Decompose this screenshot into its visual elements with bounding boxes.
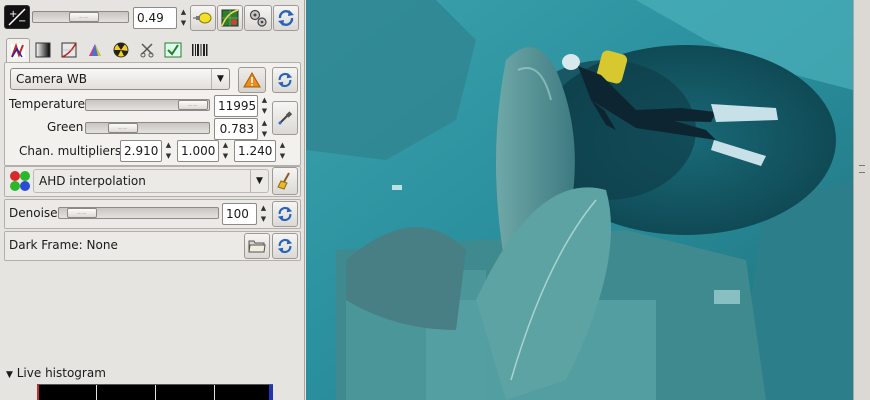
exposure-row: + − ‥‥ 0.49 ▲ ▼ (0, 2, 305, 32)
temperature-label: Temperature (9, 97, 86, 111)
image-preview[interactable] (306, 0, 853, 400)
multiplier-red-spinner[interactable]: ▲ ▼ (163, 140, 174, 162)
lens-radiation-icon (113, 42, 129, 58)
reset-refresh-icon (277, 72, 293, 88)
live-histogram-label: Live histogram (16, 366, 106, 380)
scissors-crop-icon (140, 43, 154, 58)
denoise-slider[interactable]: ‥‥ (58, 207, 219, 219)
green-spinner[interactable]: ▲ ▼ (259, 118, 270, 140)
tab-crop[interactable] (135, 38, 159, 62)
denoise-spinner[interactable]: ▲ ▼ (258, 203, 269, 225)
reset-refresh-icon[interactable] (273, 5, 299, 31)
white-balance-preset-select[interactable]: Camera WB ▼ (10, 68, 230, 90)
warning-triangle-icon (238, 67, 266, 93)
white-balance-preset-value: Camera WB (16, 72, 88, 86)
tab-lens[interactable] (109, 38, 133, 62)
live-histogram-expander[interactable]: ▼ Live histogram (0, 364, 305, 382)
tab-color[interactable] (83, 38, 107, 62)
chevron-down-icon: ▼ (211, 69, 229, 89)
color-picker-button[interactable] (272, 101, 298, 135)
multiplier-green-field[interactable]: 1.000 (177, 140, 219, 162)
channel-multipliers-label: Chan. multipliers: (19, 144, 126, 158)
folder-open-icon (248, 240, 266, 253)
temperature-field[interactable]: 11995 (214, 95, 258, 117)
triangle-down-icon: ▼ (6, 370, 13, 380)
tab-base-curve[interactable] (57, 38, 81, 62)
broom-icon (277, 172, 290, 190)
dark-frame-label: Dark Frame: None (9, 238, 118, 252)
auto-exposure-bulb-icon[interactable] (190, 5, 216, 31)
grayscale-icon (35, 42, 51, 58)
temperature-slider[interactable]: ‥‥ (85, 99, 210, 111)
settings-gears-icon[interactable] (244, 5, 272, 31)
color-prism-icon (89, 44, 101, 56)
scrollbar-grip[interactable] (859, 165, 865, 173)
underwater-photo (306, 0, 853, 400)
eyedropper-icon (278, 111, 293, 125)
green-label: Green (47, 120, 84, 134)
denoise-label: Denoise (9, 206, 58, 220)
reset-refresh-icon (277, 238, 293, 254)
save-checkbox-icon (164, 42, 182, 58)
raw-levels-icon (11, 42, 25, 58)
interpolation-select[interactable]: AHD interpolation ▼ (33, 169, 269, 193)
tab-save[interactable] (161, 38, 185, 62)
interpolation-value: AHD interpolation (39, 174, 146, 188)
exposure-value-field[interactable]: 0.49 (133, 7, 177, 29)
open-dark-frame-button[interactable] (244, 233, 270, 259)
exposure-spinner[interactable]: ▲ ▼ (178, 7, 189, 29)
exposure-plus-minus-icon: + − (4, 5, 30, 29)
exif-barcode-icon (192, 44, 208, 56)
multiplier-red-field[interactable]: 2.910 (120, 140, 162, 162)
dark-frame-reset-button[interactable] (272, 233, 298, 259)
live-histogram (37, 384, 273, 400)
base-curve-icon (61, 42, 77, 58)
clean-brush-button[interactable] (272, 167, 298, 195)
multiplier-blue-field[interactable]: 1.240 (234, 140, 276, 162)
white-balance-reset-button[interactable] (272, 67, 298, 93)
chevron-down-icon: ▼ (250, 170, 268, 192)
exposure-slider[interactable]: ‥‥ (32, 11, 129, 23)
color-dots-icon (9, 170, 31, 195)
tab-exif[interactable] (188, 38, 212, 62)
multiplier-green-spinner[interactable]: ▲ ▼ (220, 140, 231, 162)
multiplier-blue-spinner[interactable]: ▲ ▼ (277, 140, 288, 162)
svg-text:−: − (18, 16, 26, 26)
ufraw-window: + − ‥‥ 0.49 ▲ ▼ Camera WB ▼ Temperature … (0, 0, 870, 400)
denoise-reset-button[interactable] (272, 201, 298, 227)
green-field[interactable]: 0.783 (214, 118, 258, 140)
tab-raw[interactable] (6, 38, 30, 62)
green-slider[interactable]: ‥‥ (85, 122, 210, 134)
tab-grayscale[interactable] (31, 38, 55, 62)
vertical-scrollbar[interactable] (853, 0, 870, 400)
reset-refresh-icon (277, 206, 293, 222)
denoise-field[interactable]: 100 (222, 203, 257, 225)
tone-curve-grid-icon[interactable] (217, 5, 243, 31)
temperature-spinner[interactable]: ▲ ▼ (259, 95, 270, 117)
settings-panel: + − ‥‥ 0.49 ▲ ▼ Camera WB ▼ Temperature … (0, 0, 305, 400)
